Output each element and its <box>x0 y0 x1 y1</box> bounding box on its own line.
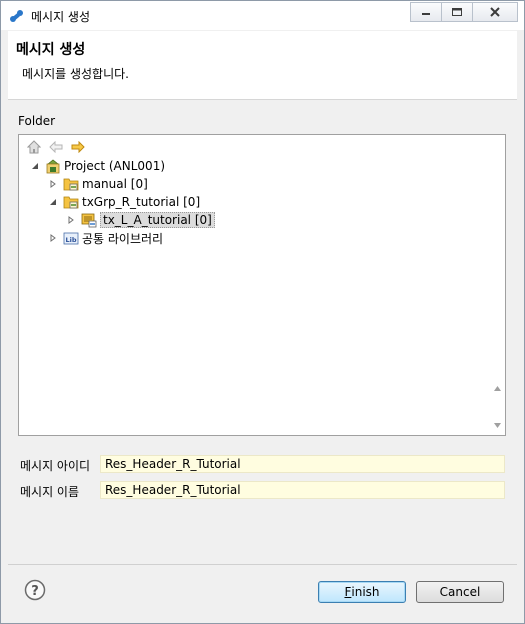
home-icon <box>27 140 41 154</box>
collapse-icon[interactable] <box>47 196 59 208</box>
folder-group-icon <box>63 196 79 209</box>
forward-arrow-icon <box>71 141 85 153</box>
close-button[interactable] <box>472 2 518 22</box>
maximize-button[interactable] <box>441 2 472 22</box>
finish-mnemonic: F <box>344 585 352 599</box>
finish-label: inish <box>351 585 380 599</box>
tree-item-label: manual [0] <box>82 177 148 191</box>
tree-toolbar <box>25 139 87 155</box>
tree-item-common-library[interactable]: Lib 공통 라이브러리 <box>47 229 163 247</box>
expand-icon[interactable] <box>47 232 59 244</box>
expand-icon[interactable] <box>65 214 77 226</box>
message-id-input[interactable] <box>100 455 505 473</box>
expand-icon[interactable] <box>47 178 59 190</box>
forward-button[interactable] <box>69 139 87 155</box>
home-button[interactable] <box>25 139 43 155</box>
dialog-window: 메시지 생성 메시지 생성 메시지를 생성합니다. Folder Project… <box>0 0 525 624</box>
transaction-icon <box>81 213 97 228</box>
folder-group-icon <box>63 178 79 191</box>
tree-item-project[interactable]: Project (ANL001) <box>29 157 165 175</box>
folder-label: Folder <box>18 114 56 128</box>
scroll-down-icon[interactable] <box>493 421 502 429</box>
back-button[interactable] <box>47 139 65 155</box>
folder-tree[interactable]: Project (ANL001) manual [0] txGrp_R_tuto… <box>18 134 506 436</box>
message-id-label: 메시지 아이디 <box>20 459 91 473</box>
scroll-up-icon[interactable] <box>493 385 502 393</box>
tree-item-label: txGrp_R_tutorial [0] <box>82 195 201 209</box>
finish-button[interactable]: Finish <box>318 581 406 603</box>
cancel-button[interactable]: Cancel <box>416 581 504 603</box>
app-icon <box>10 10 23 22</box>
project-icon <box>46 159 60 174</box>
maximize-icon <box>452 8 462 16</box>
close-icon <box>490 7 500 17</box>
window-controls <box>410 2 518 22</box>
banner-description: 메시지를 생성합니다. <box>22 67 129 81</box>
tree-item-txgrp[interactable]: txGrp_R_tutorial [0] <box>47 193 200 211</box>
minimize-icon <box>422 13 430 15</box>
tree-item-manual[interactable]: manual [0] <box>47 175 148 193</box>
message-name-label: 메시지 이름 <box>20 485 80 499</box>
back-arrow-icon <box>49 141 63 153</box>
svg-text:?: ? <box>31 584 39 599</box>
minimize-button[interactable] <box>410 2 441 22</box>
dialog-content: Folder Project (ANL001) manual [0] txGrp… <box>8 100 517 564</box>
window-title: 메시지 생성 <box>31 10 91 24</box>
message-name-input[interactable] <box>100 481 505 499</box>
svg-text:Lib: Lib <box>66 236 77 244</box>
help-icon[interactable]: ? <box>24 579 46 601</box>
library-icon: Lib <box>63 232 79 245</box>
tree-item-label: 공통 라이브러리 <box>82 231 164 246</box>
tree-item-label: Project (ANL001) <box>64 159 166 173</box>
banner-title: 메시지 생성 <box>16 42 86 58</box>
tree-item-tx-l-a-tutorial[interactable]: tx_L_A_tutorial [0] <box>65 211 215 229</box>
header-banner: 메시지 생성 메시지를 생성합니다. <box>8 31 517 100</box>
title-bar[interactable]: 메시지 생성 <box>1 1 524 30</box>
collapse-icon[interactable] <box>29 160 41 172</box>
tree-item-label: tx_L_A_tutorial [0] <box>100 212 215 228</box>
button-bar: ? Finish Cancel <box>8 564 517 617</box>
